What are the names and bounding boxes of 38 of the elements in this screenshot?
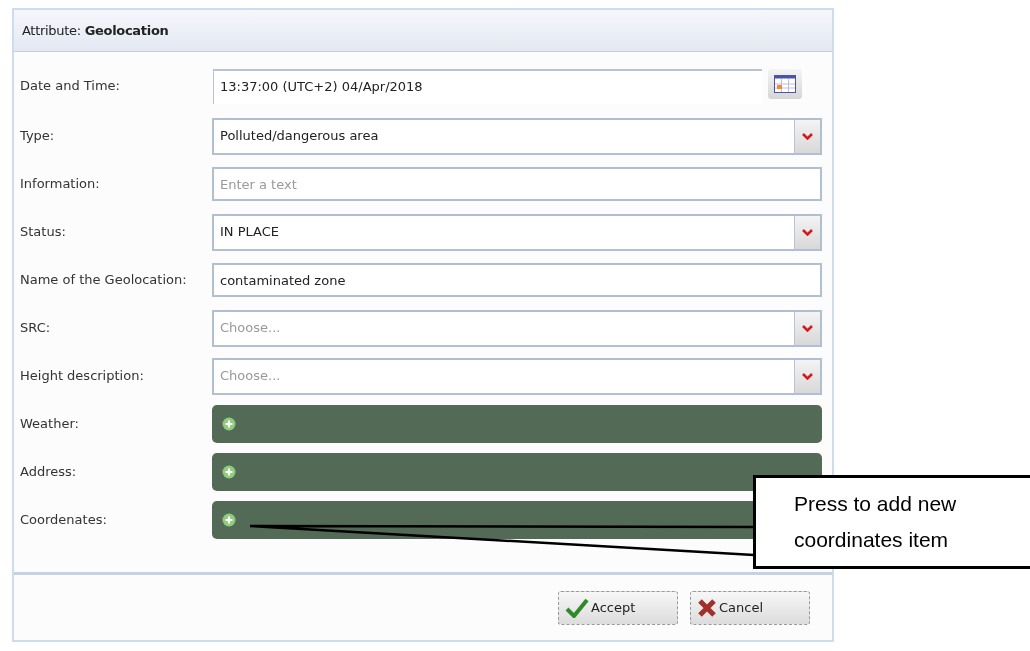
field-label: Address: bbox=[20, 463, 78, 481]
dialog-title: Attribute: Geolocation bbox=[22, 21, 169, 40]
dropdown-field[interactable]: Polluted/dangerous area bbox=[212, 117, 822, 155]
dropdown-value: Polluted/dangerous area bbox=[219, 127, 380, 146]
accept-button[interactable]: Accept bbox=[558, 590, 678, 625]
chevron-down-icon bbox=[802, 228, 813, 236]
dropdown-value: IN PLACE bbox=[219, 223, 281, 242]
add-icon[interactable] bbox=[222, 465, 236, 479]
chevron-down-icon bbox=[802, 132, 813, 140]
add-icon[interactable] bbox=[222, 513, 236, 527]
chevron-down-icon bbox=[802, 372, 813, 380]
check-icon bbox=[565, 597, 589, 618]
field-label: Height description: bbox=[20, 367, 145, 385]
dropdown-button[interactable] bbox=[794, 311, 820, 345]
field-label: Coordenates: bbox=[20, 511, 108, 529]
dropdown-button[interactable] bbox=[794, 359, 820, 393]
dropdown-field[interactable]: IN PLACE bbox=[212, 213, 822, 251]
text-field[interactable]: Enter a text bbox=[212, 167, 822, 201]
text-field[interactable]: contaminated zone bbox=[212, 263, 822, 297]
field-label: SRC: bbox=[20, 319, 52, 337]
dropdown-value: Choose... bbox=[219, 367, 282, 386]
dropdown-button[interactable] bbox=[794, 119, 820, 153]
add-icon[interactable] bbox=[222, 417, 236, 431]
cancel-button[interactable]: Cancel bbox=[690, 590, 810, 625]
field-label: Name of the Geolocation: bbox=[20, 271, 188, 289]
field-label: Status: bbox=[20, 223, 67, 241]
close-icon bbox=[697, 597, 717, 618]
calendar-button[interactable] bbox=[768, 68, 802, 99]
field-label: Weather: bbox=[20, 415, 80, 433]
field-label: Date and Time: bbox=[20, 77, 121, 95]
dropdown-button[interactable] bbox=[794, 215, 820, 249]
chevron-down-icon bbox=[802, 324, 813, 332]
calendar-icon bbox=[774, 74, 796, 93]
callout-text: Press to add new coordinates item bbox=[794, 491, 958, 553]
field-label: Information: bbox=[20, 175, 101, 193]
dropdown-value: Choose... bbox=[219, 319, 282, 338]
date-time-field[interactable]: 13:37:00 (UTC+2) 04/Apr/2018 bbox=[213, 68, 762, 104]
field-label: Type: bbox=[20, 127, 56, 145]
